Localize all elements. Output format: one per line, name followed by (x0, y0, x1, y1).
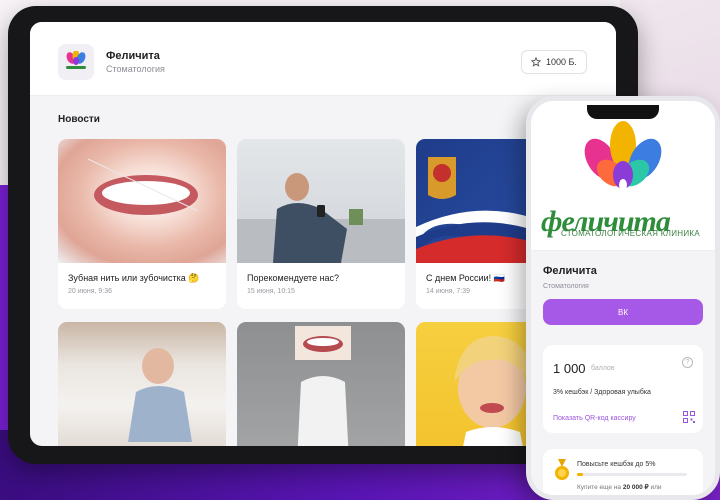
clinic-name: Феличита (543, 265, 597, 277)
news-image-man-phone (237, 139, 405, 263)
news-title: Порекомендуете нас? (247, 273, 340, 283)
news-date: 15 июня, 10:15 (247, 288, 295, 295)
upgrade-card: Повысьте кешбэк до 5% Купите еще на 20 0… (543, 449, 703, 495)
brand-logo-subtitle: СТОМАТОЛОГИЧЕСКАЯ КЛИНИКА (561, 229, 700, 238)
clinic-subtitle: Стоматология (543, 283, 589, 290)
news-card[interactable] (237, 322, 405, 446)
news-date: 20 июня, 9:36 (68, 288, 113, 295)
points-badge[interactable]: 1000 Б. (521, 50, 587, 74)
news-image-floss (58, 139, 226, 263)
upgrade-suffix: или (648, 484, 662, 491)
phone-body: Феличита Стоматология ВК 1 000 баллов ? … (531, 251, 715, 495)
app-subtitle: Стоматология (106, 64, 165, 74)
loyalty-card: 1 000 баллов ? 3% кешбэк / Здоровая улыб… (543, 345, 703, 433)
medal-icon (555, 459, 569, 480)
news-title: Зубная нить или зубочистка 🤔 (68, 273, 200, 283)
upgrade-progress-fill (577, 473, 583, 476)
news-section-title: Новости (58, 114, 100, 125)
app-name: Феличита (106, 50, 160, 62)
upgrade-amount: 20 000 ₽ (622, 484, 649, 491)
app-logo (58, 44, 94, 80)
news-card[interactable]: Зубная нить или зубочистка 🤔 20 июня, 9:… (58, 139, 226, 309)
qr-code-icon[interactable] (683, 411, 695, 423)
app-header: Феличита Стоматология 1000 Б. (30, 22, 616, 96)
points-value: 1 000 (553, 361, 586, 376)
news-image-smile-photo (237, 322, 405, 446)
info-icon[interactable]: ? (682, 357, 693, 368)
cashback-text: 3% кешбэк / Здоровая улыбка (553, 389, 651, 396)
vk-button[interactable]: ВК (543, 299, 703, 325)
points-label: баллов (591, 365, 615, 372)
phone-notch (587, 105, 659, 119)
upgrade-title: Повысьте кешбэк до 5% (577, 461, 656, 468)
news-date: 14 июня, 7:39 (426, 288, 471, 295)
upgrade-progress-bar (577, 473, 687, 476)
news-title: С днем России! 🇷🇺 (426, 273, 505, 283)
news-card[interactable]: Порекомендуете нас? 15 июня, 10:15 (237, 139, 405, 309)
upgrade-prefix: Купите еще на (577, 484, 623, 491)
upgrade-text: Купите еще на 20 000 ₽ или (577, 483, 662, 491)
phone-device: феличита СТОМАТОЛОГИЧЕСКАЯ КЛИНИКА Фелич… (526, 96, 720, 500)
brand-hero: феличита СТОМАТОЛОГИЧЕСКАЯ КЛИНИКА (531, 101, 715, 251)
points-badge-label: 1000 Б. (546, 57, 577, 67)
news-card[interactable] (58, 322, 226, 446)
show-qr-link[interactable]: Показать QR-код кассиру (553, 415, 636, 422)
news-image-toothache (58, 322, 226, 446)
star-icon (531, 57, 541, 67)
